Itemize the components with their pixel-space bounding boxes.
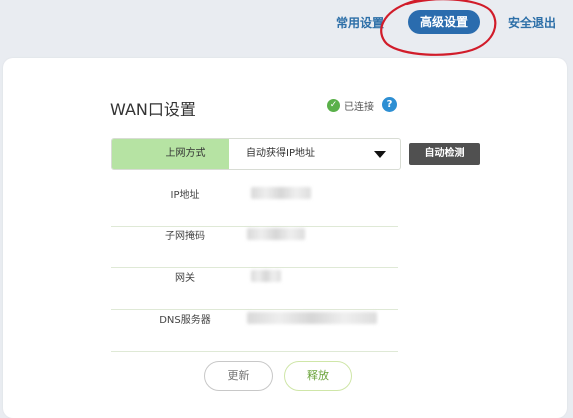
top-nav: 常用设置 高级设置 安全退出 (0, 0, 573, 60)
help-icon[interactable]: ? (382, 97, 397, 112)
subnet-mask-row: 子网掩码 (111, 227, 398, 268)
connection-mode-value: 自动获得IP地址 (246, 148, 315, 159)
subnet-mask-value-redacted (247, 228, 305, 240)
nav-safe-logout[interactable]: 安全退出 (508, 14, 556, 31)
gateway-row: 网关 (111, 269, 398, 310)
status-text: 已连接 (344, 102, 374, 113)
release-button[interactable]: 释放 (284, 361, 352, 391)
connection-status: ✓ 已连接 (327, 98, 374, 113)
dns-server-value-redacted (247, 312, 377, 324)
nav-advanced-settings-button[interactable]: 高级设置 (408, 10, 480, 34)
gateway-value-redacted (251, 270, 281, 282)
connection-mode-label: 上网方式 (112, 139, 229, 169)
auto-detect-button[interactable]: 自动检测 (409, 143, 480, 165)
nav-common-settings[interactable]: 常用设置 (336, 14, 384, 31)
dns-server-label: DNS服务器 (159, 315, 211, 326)
gateway-label: 网关 (175, 273, 195, 284)
connection-mode-select[interactable]: 自动获得IP地址 (229, 139, 400, 169)
ip-address-label: IP地址 (170, 190, 200, 201)
ip-address-value-redacted (251, 187, 311, 199)
dns-server-row: DNS服务器 (111, 311, 398, 352)
check-circle-icon: ✓ (327, 99, 340, 112)
section-title: WAN口设置 (110, 100, 196, 119)
subnet-mask-label: 子网掩码 (165, 231, 205, 242)
ip-address-row: IP地址 (111, 186, 398, 227)
update-button[interactable]: 更新 (204, 361, 273, 391)
connection-mode-row: 上网方式 自动获得IP地址 (111, 138, 401, 170)
caret-down-icon (374, 151, 386, 158)
